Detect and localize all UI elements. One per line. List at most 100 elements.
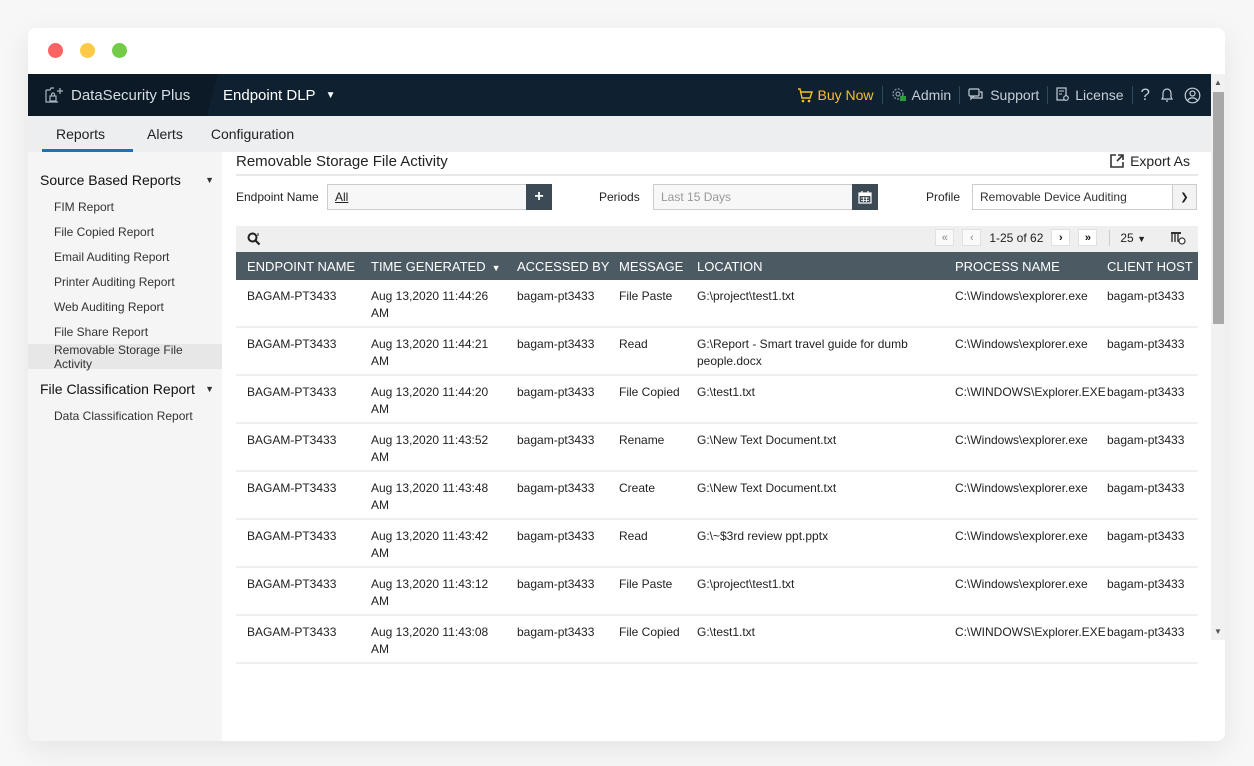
table-row[interactable]: BAGAM-PT3433 Aug 13,2020 11:44:20 AM bagam… xyxy=(236,375,1198,424)
tab-reports[interactable]: Reports xyxy=(28,116,134,152)
sidebar-group-source-based-reports[interactable]: Source Based Reports ▼ xyxy=(28,168,222,192)
caret-down-icon: ▼ xyxy=(325,89,336,101)
bell-icon[interactable] xyxy=(1160,87,1174,103)
license-link[interactable]: License xyxy=(1056,87,1124,103)
minimize-window-button[interactable] xyxy=(80,43,95,58)
sidebar-item-file-copied-report[interactable]: File Copied Report xyxy=(28,219,222,244)
periods-value: Last 15 Days xyxy=(661,190,732,204)
process-name-cell: C:\Windows\explorer.exe xyxy=(944,471,1096,520)
endpoint-name-cell: BAGAM-PT3433 xyxy=(236,375,360,424)
column-header-time-generated[interactable]: TIME GENERATED ▼ xyxy=(360,252,506,280)
location-cell: G:\test1.txt xyxy=(686,375,944,424)
time-generated-cell: Aug 13,2020 11:43:48 AM xyxy=(360,471,506,520)
column-header-accessed-by[interactable]: ACCESSED BY xyxy=(506,252,609,280)
process-name-cell: C:\Windows\explorer.exe xyxy=(944,519,1096,568)
main-content: Removable Storage File Activity Export A… xyxy=(236,152,1198,664)
cart-icon xyxy=(797,87,813,102)
message-cell: Create xyxy=(608,471,686,520)
message-cell: File Copied xyxy=(608,615,686,664)
endpoint-name-value: All xyxy=(335,190,349,204)
close-window-button[interactable] xyxy=(48,43,63,58)
time-generated-cell: Aug 13,2020 11:43:12 AM xyxy=(360,567,506,616)
time-generated-cell: Aug 13,2020 11:43:08 AM xyxy=(360,615,506,664)
divider xyxy=(959,86,961,104)
buy-now-link[interactable]: Buy Now xyxy=(797,87,874,103)
table-row[interactable]: BAGAM-PT3433 Aug 13,2020 11:43:42 AM bagam… xyxy=(236,519,1198,568)
time-generated-cell: Aug 13,2020 11:43:42 AM xyxy=(360,519,506,568)
license-icon xyxy=(1056,87,1070,101)
maximize-window-button[interactable] xyxy=(112,43,127,58)
table-body: BAGAM-PT3433 Aug 13,2020 11:44:26 AM bagam… xyxy=(236,280,1198,664)
last-page-button[interactable]: » xyxy=(1078,229,1098,246)
scroll-down-arrow-icon[interactable]: ▼ xyxy=(1214,627,1222,636)
process-name-cell: C:\Windows\explorer.exe xyxy=(944,567,1096,616)
endpoint-name-cell: BAGAM-PT3433 xyxy=(236,615,360,664)
process-name-cell: C:\Windows\explorer.exe xyxy=(944,280,1096,328)
sidebar-group-file-classification-report[interactable]: File Classification Report ▼ xyxy=(28,377,222,401)
divider xyxy=(1047,86,1049,104)
profile-select[interactable]: Removable Device Auditing ❯ xyxy=(972,184,1197,210)
column-header-client-host[interactable]: CLIENT HOST xyxy=(1096,252,1198,280)
license-label: License xyxy=(1075,87,1124,103)
vertical-scrollbar[interactable]: ▲ ▼ xyxy=(1211,74,1225,640)
first-page-button[interactable]: « xyxy=(935,229,955,246)
message-cell: File Copied xyxy=(608,375,686,424)
column-header-process-name[interactable]: PROCESS NAME xyxy=(944,252,1096,280)
scrollbar-thumb[interactable] xyxy=(1213,92,1224,324)
previous-page-button[interactable]: ‹ xyxy=(962,229,982,246)
table-row[interactable]: BAGAM-PT3433 Aug 13,2020 11:44:26 AM bagam… xyxy=(236,280,1198,328)
support-link[interactable]: Support xyxy=(968,87,1039,103)
divider xyxy=(1131,86,1133,104)
buy-now-label: Buy Now xyxy=(817,87,874,103)
sidebar-item-fim-report[interactable]: FIM Report xyxy=(28,194,222,219)
accessed-by-cell: bagam-pt3433 xyxy=(506,280,608,328)
column-header-endpoint-name[interactable]: ENDPOINT NAME xyxy=(236,252,360,280)
sidebar-item-removable-storage-file-activity[interactable]: Removable Storage File Activity xyxy=(28,343,222,371)
top-actions: Buy Now Admin Support License ? xyxy=(797,74,1202,116)
sidebar-item-web-auditing-report[interactable]: Web Auditing Report xyxy=(28,294,222,319)
filters-bar: Endpoint Name All + Periods Last 15 Days… xyxy=(236,184,1198,210)
calendar-button[interactable] xyxy=(852,184,878,210)
sidebar-item-data-classification-report[interactable]: Data Classification Report xyxy=(28,403,222,428)
chevron-down-icon[interactable]: ❯ xyxy=(1172,185,1196,209)
tab-configuration[interactable]: Configuration xyxy=(197,116,308,152)
process-name-cell: C:\Windows\explorer.exe xyxy=(944,423,1096,472)
column-header-location[interactable]: LOCATION xyxy=(686,252,944,280)
report-table: ENDPOINT NAME TIME GENERATED ▼ ACCESSED B… xyxy=(236,252,1198,664)
scroll-up-arrow-icon[interactable]: ▲ xyxy=(1214,78,1222,87)
periods-input[interactable]: Last 15 Days xyxy=(653,184,853,210)
brand-logo-link[interactable]: DataSecurity Plus xyxy=(28,74,208,116)
table-row[interactable]: BAGAM-PT3433 Aug 13,2020 11:44:21 AM bagam… xyxy=(236,327,1198,376)
help-icon[interactable]: ? xyxy=(1141,85,1150,105)
app-window: DataSecurity Plus Endpoint DLP ▼ Buy Now xyxy=(28,28,1225,741)
periods-label: Periods xyxy=(599,190,640,204)
process-name-cell: C:\WINDOWS\Explorer.EXE xyxy=(944,375,1106,424)
table-row[interactable]: BAGAM-PT3433 Aug 13,2020 11:43:12 AM bagam… xyxy=(236,567,1198,616)
module-selector[interactable]: Endpoint DLP ▼ xyxy=(223,74,335,116)
caret-down-icon: ▼ xyxy=(1137,233,1146,244)
sidebar-item-printer-auditing-report[interactable]: Printer Auditing Report xyxy=(28,269,222,294)
endpoint-name-input[interactable]: All xyxy=(327,184,527,210)
search-icon[interactable] xyxy=(247,232,261,246)
plus-icon: + xyxy=(534,188,544,205)
column-settings-icon[interactable] xyxy=(1170,231,1186,245)
add-endpoint-button[interactable]: + xyxy=(526,184,552,210)
table-row[interactable]: BAGAM-PT3433 Aug 13,2020 11:43:08 AM bagam… xyxy=(236,615,1198,664)
sidebar-item-email-auditing-report[interactable]: Email Auditing Report xyxy=(28,244,222,269)
tab-alerts[interactable]: Alerts xyxy=(133,116,197,152)
module-name: Endpoint DLP xyxy=(223,86,316,104)
user-avatar-icon[interactable] xyxy=(1184,87,1201,104)
sidebar-item-file-share-report[interactable]: File Share Report xyxy=(28,319,222,344)
page-header: Removable Storage File Activity Export A… xyxy=(236,152,1198,176)
export-as-button[interactable]: Export As xyxy=(1110,153,1190,169)
table-row[interactable]: BAGAM-PT3433 Aug 13,2020 11:43:52 AM bagam… xyxy=(236,423,1198,472)
client-host-cell: bagam-pt3433 xyxy=(1096,280,1198,328)
column-header-label: TIME GENERATED xyxy=(371,258,486,274)
page-size-select[interactable]: 25 ▼ xyxy=(1120,231,1146,245)
next-page-button[interactable]: › xyxy=(1051,229,1071,246)
export-icon xyxy=(1110,154,1124,168)
admin-link[interactable]: Admin xyxy=(891,87,951,103)
column-header-message[interactable]: MESSAGE xyxy=(608,252,686,280)
message-cell: Read xyxy=(608,519,686,568)
table-row[interactable]: BAGAM-PT3433 Aug 13,2020 11:43:48 AM bagam… xyxy=(236,471,1198,520)
